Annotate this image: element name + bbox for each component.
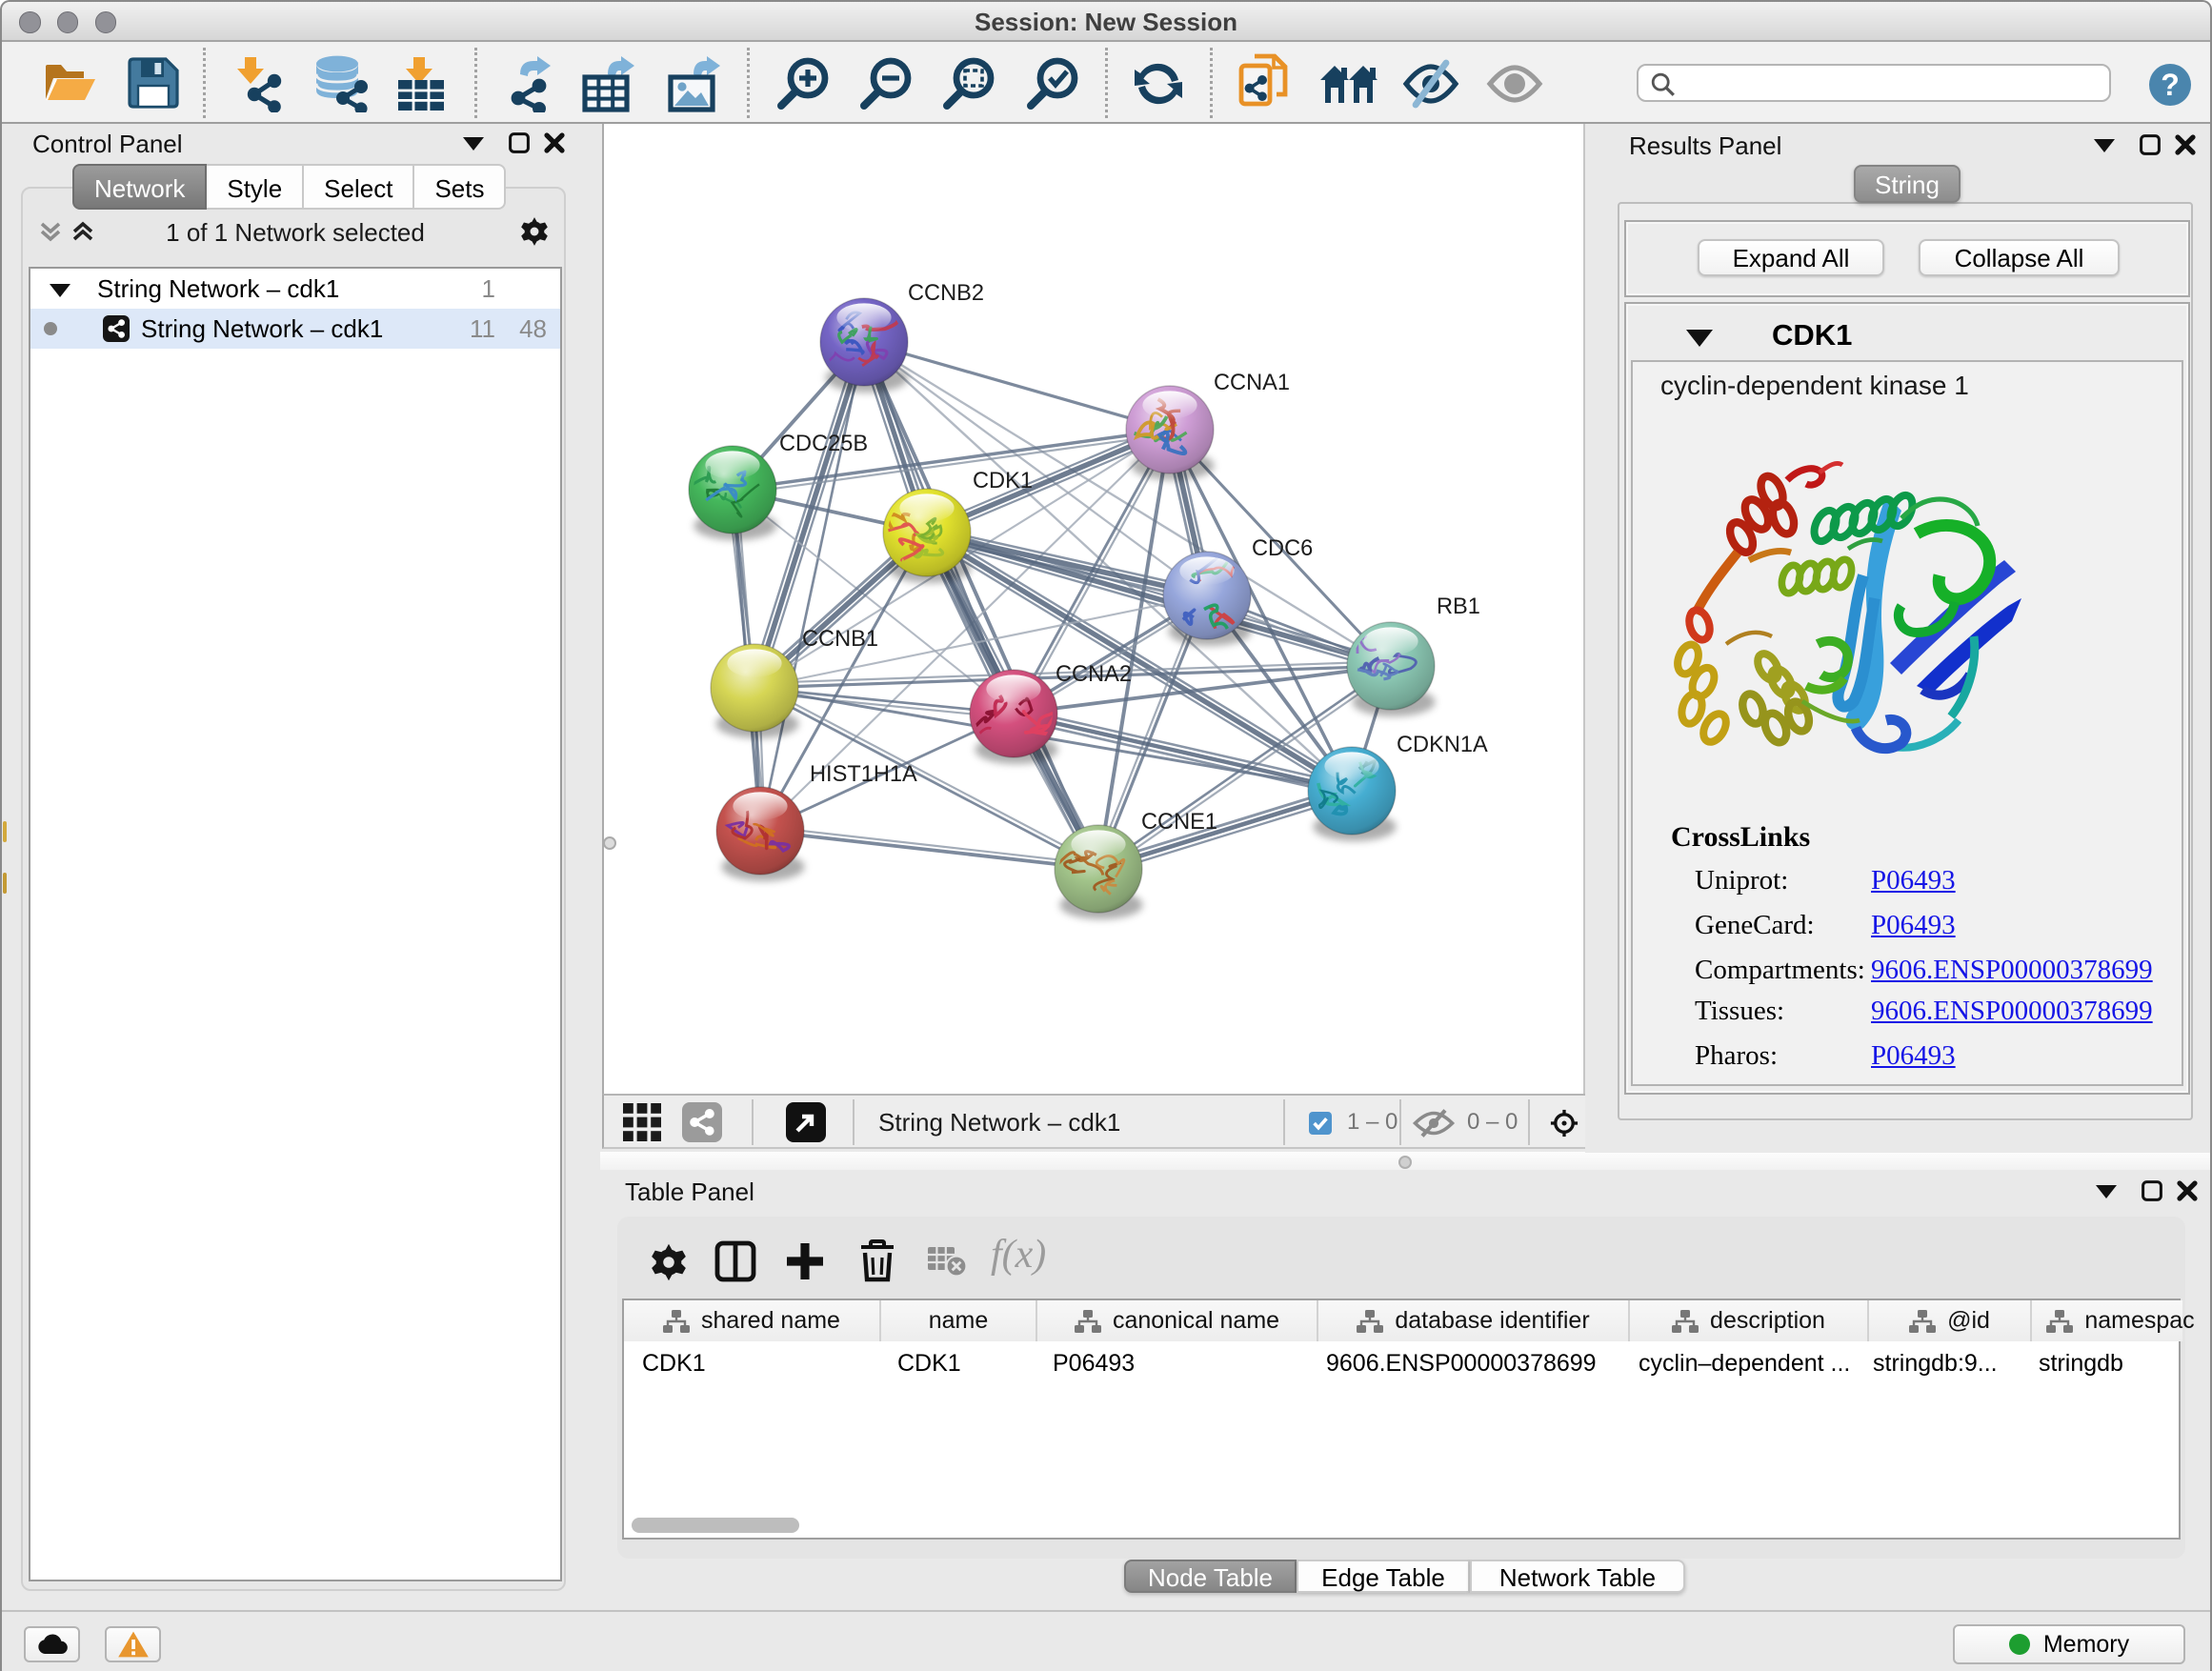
- svg-text:CCNA1: CCNA1: [1214, 371, 1290, 395]
- svg-text:RB1: RB1: [1437, 594, 1480, 619]
- svg-text:CCNB1: CCNB1: [802, 627, 878, 652]
- svg-text:CDK1: CDK1: [973, 469, 1033, 493]
- svg-text:HIST1H1A: HIST1H1A: [810, 762, 917, 787]
- svg-text:CCNB2: CCNB2: [908, 281, 984, 306]
- svg-text:CCNA2: CCNA2: [1056, 662, 1132, 687]
- svg-text:CDC25B: CDC25B: [779, 432, 868, 456]
- svg-text:CDC6: CDC6: [1252, 536, 1313, 561]
- svg-text:?: ?: [2161, 68, 2180, 102]
- svg-text:CCNE1: CCNE1: [1141, 810, 1217, 835]
- svg-text:CDKN1A: CDKN1A: [1397, 733, 1488, 757]
